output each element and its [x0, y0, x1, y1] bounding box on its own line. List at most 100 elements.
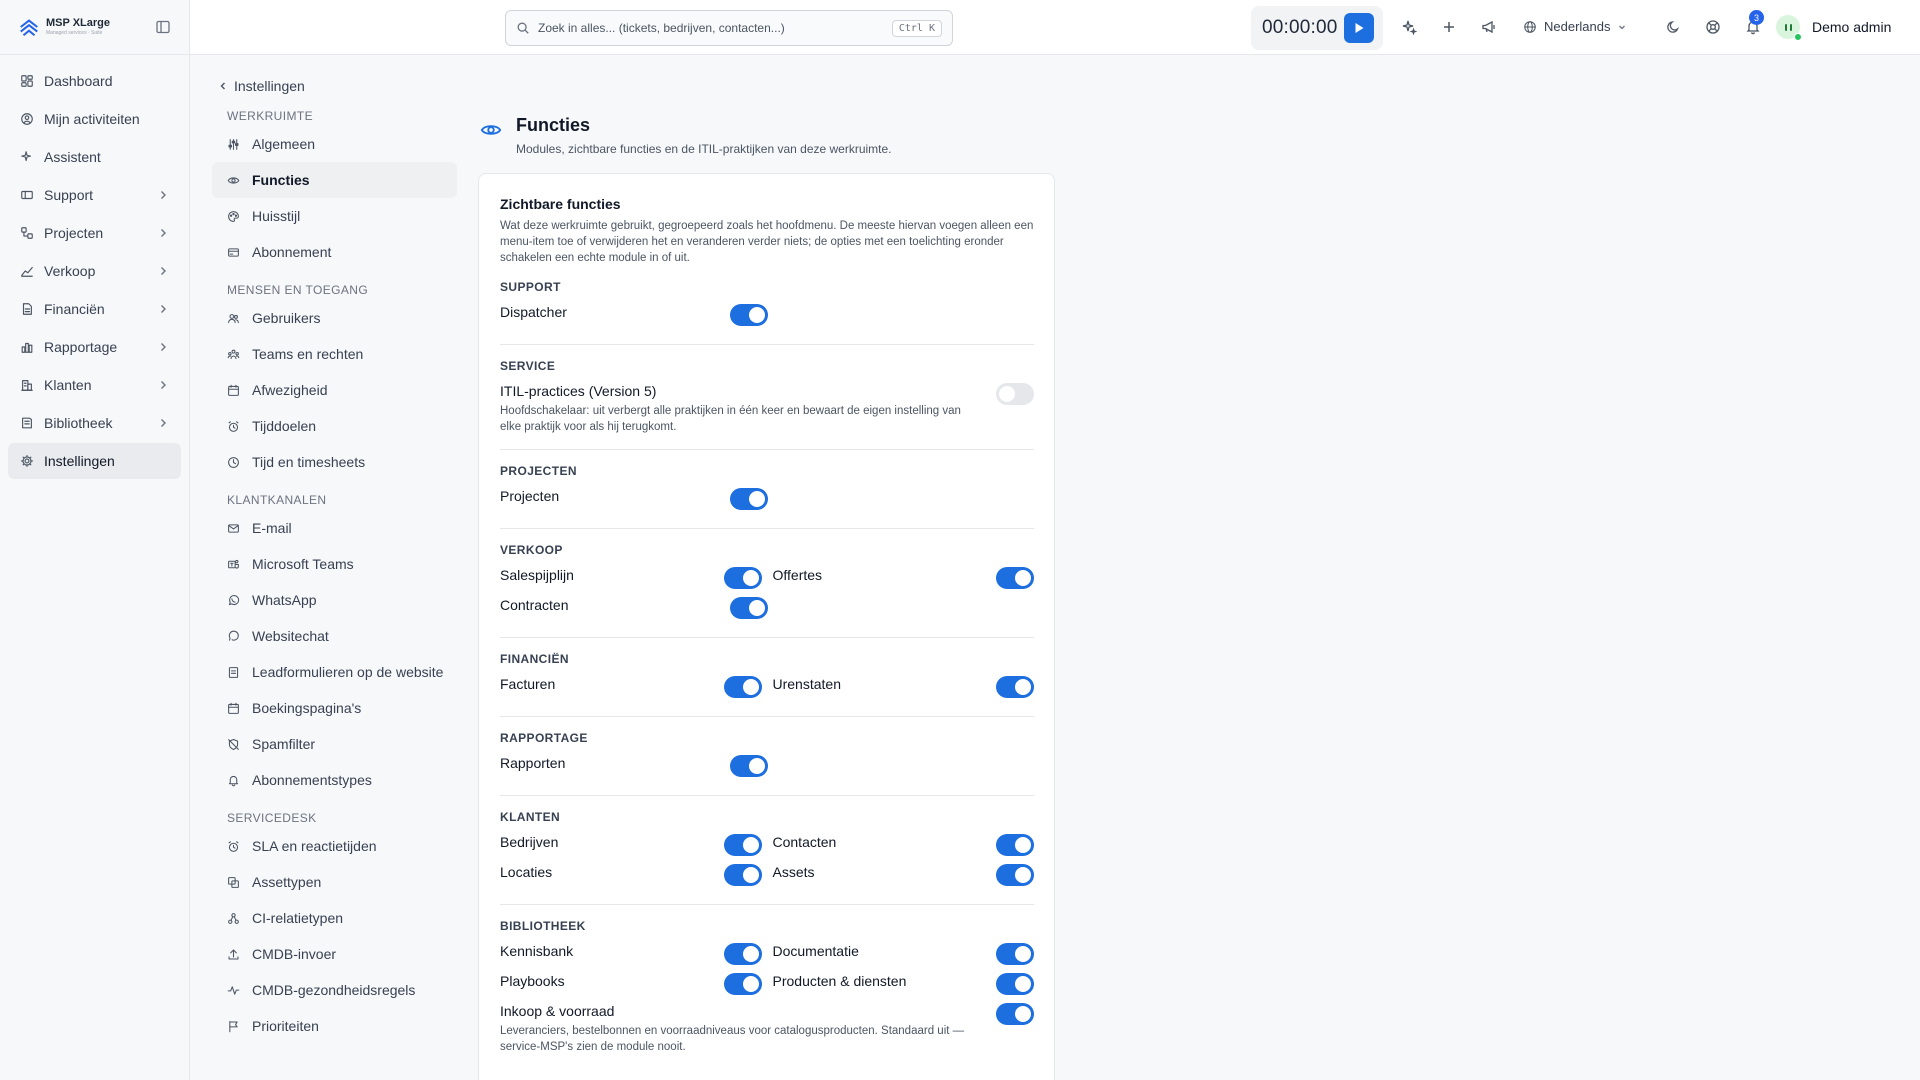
sidebar-item-projecten[interactable]: Projecten: [8, 215, 181, 251]
settings-section-title: KLANTKANALEN: [227, 493, 327, 507]
calendar-icon: [228, 384, 239, 396]
feature-contracten: Contracten: [500, 593, 768, 623]
sidebar-item-label: Klanten: [44, 377, 92, 393]
settings-item-prioriteiten[interactable]: Prioriteiten: [212, 1008, 457, 1044]
settings-item-label: Gebruikers: [252, 310, 321, 326]
feature-row: Salespijplijn Offertes: [500, 563, 1034, 593]
dashboard-icon: [21, 75, 33, 87]
settings-item-websitechat[interactable]: Websitechat: [212, 618, 457, 654]
feature-kennisbank: Kennisbank: [500, 939, 762, 969]
feature-toggle-dispatcher[interactable]: [730, 304, 768, 326]
feature-rapporten: Rapporten: [500, 751, 768, 781]
settings-item-cmdb-gezondheidsregels[interactable]: CMDB-gezondheidsregels: [212, 972, 457, 1008]
settings-item-leadformulieren-op-de-website[interactable]: Leadformulieren op de website: [212, 654, 457, 690]
sidebar-item-klanten[interactable]: Klanten: [8, 367, 181, 403]
settings-item-boekingspagina-s[interactable]: Boekingspagina's: [212, 690, 457, 726]
sidebar-item-support[interactable]: Support: [8, 177, 181, 213]
settings-item-sla-en-reactietijden[interactable]: SLA en reactietijden: [212, 828, 457, 864]
sidebar-item-bibliotheek[interactable]: Bibliotheek: [8, 405, 181, 441]
ai-sparkle-icon[interactable]: [1401, 19, 1417, 35]
feature-toggle-contacten[interactable]: [996, 834, 1034, 856]
feature-row: Dispatcher: [500, 300, 1034, 330]
feature-row: ITIL-practices (Version 5) Hoofdschakelaa…: [500, 379, 1034, 435]
settings-item-tijddoelen[interactable]: Tijddoelen: [212, 408, 457, 444]
sidebar-item-label: Mijn activiteiten: [44, 111, 140, 127]
settings-item-whatsapp[interactable]: WhatsApp: [212, 582, 457, 618]
settings-item-abonnement[interactable]: Abonnement: [212, 234, 457, 270]
feature-inkoop-voorraad: Inkoop & voorraad Leveranciers, bestelbon…: [500, 999, 1034, 1055]
sidebar-item-assistent[interactable]: Assistent: [8, 139, 181, 175]
feature-toggle-urenstaten[interactable]: [996, 676, 1034, 698]
feature-toggle-bedrijven[interactable]: [723, 834, 762, 856]
feature-toggle-offertes[interactable]: [996, 567, 1034, 589]
chat-icon: [228, 630, 239, 641]
feature-label: Rapporten: [500, 755, 566, 771]
copy-icon: [228, 876, 239, 888]
feature-toggle-contracten[interactable]: [730, 597, 768, 619]
feature-row: Projecten: [500, 484, 1034, 514]
settings-item-teams-en-rechten[interactable]: Teams en rechten: [212, 336, 457, 372]
feature-toggle-projecten[interactable]: [730, 488, 768, 510]
card-title: Zichtbare functies: [500, 196, 621, 212]
user-name[interactable]: Demo admin: [1812, 19, 1891, 35]
feature-toggle-producten-diensten[interactable]: [996, 973, 1034, 995]
settings-nav: Instellingen WERKRUIMTE Algemeen Functies H…: [212, 76, 457, 1044]
settings-item-cmdb-invoer[interactable]: CMDB-invoer: [212, 936, 457, 972]
sidebar-item-label: Financiën: [44, 301, 105, 317]
feature-label: Playbooks: [500, 973, 565, 989]
settings-item-gebruikers[interactable]: Gebruikers: [212, 300, 457, 336]
feature-toggle-salespijplijn[interactable]: [723, 567, 762, 589]
back-label: Instellingen: [234, 78, 305, 94]
notification-badge: 3: [1749, 10, 1764, 25]
feature-toggle-assets[interactable]: [996, 864, 1034, 886]
teams-icon: [228, 559, 239, 569]
chevron-right-icon: [161, 381, 166, 389]
settings-item-assettypen[interactable]: Assettypen: [212, 864, 457, 900]
settings-item-tijd-en-timesheets[interactable]: Tijd en timesheets: [212, 444, 457, 480]
sidebar-item-dashboard[interactable]: Dashboard: [8, 63, 181, 99]
feature-label: Projecten: [500, 488, 560, 504]
plus-icon[interactable]: [1441, 19, 1457, 35]
settings-item-e-mail[interactable]: E-mail: [212, 510, 457, 546]
timer-start-button[interactable]: [1344, 13, 1374, 43]
feature-toggle-itil-practices-version-5[interactable]: [996, 383, 1034, 405]
feature-label: Salespijplijn: [500, 567, 574, 583]
feature-offertes: Offertes: [773, 563, 1034, 593]
sidebar-item-label: Bibliotheek: [44, 415, 113, 431]
feature-row: Kennisbank Documentatie: [500, 939, 1034, 969]
settings-item-abonnementstypes[interactable]: Abonnementstypes: [212, 762, 457, 798]
feature-toggle-facturen[interactable]: [723, 676, 762, 698]
help-icon[interactable]: [1705, 19, 1721, 35]
feature-toggle-inkoop-voorraad[interactable]: [996, 1003, 1034, 1025]
megaphone-icon[interactable]: [1481, 19, 1497, 35]
sidebar-item-mijn-activiteiten[interactable]: Mijn activiteiten: [8, 101, 181, 137]
feature-toggle-documentatie[interactable]: [996, 943, 1034, 965]
settings-item-algemeen[interactable]: Algemeen: [212, 126, 457, 162]
feature-toggle-locaties[interactable]: [723, 864, 762, 886]
settings-item-functies[interactable]: Functies: [212, 162, 457, 198]
moon-icon[interactable]: [1665, 19, 1681, 35]
sidebar-item-verkoop[interactable]: Verkoop: [8, 253, 181, 289]
page-title: Functies: [516, 115, 591, 135]
sidebar-item-financien[interactable]: Financiën: [8, 291, 181, 327]
palette-icon: [228, 210, 239, 222]
settings-item-spamfilter[interactable]: Spamfilter: [212, 726, 457, 762]
settings-item-huisstijl[interactable]: Huisstijl: [212, 198, 457, 234]
eye-icon: [480, 125, 502, 135]
language-selector[interactable]: Nederlands: [1523, 19, 1627, 34]
settings-item-microsoft-teams[interactable]: Microsoft Teams: [212, 546, 457, 582]
settings-item-ci-relatietypen[interactable]: CI-relatietypen: [212, 900, 457, 936]
feature-toggle-playbooks[interactable]: [723, 973, 762, 995]
global-search[interactable]: Zoek in alles... (tickets, bedrijven, co…: [505, 10, 953, 46]
feature-toggle-rapporten[interactable]: [730, 755, 768, 777]
settings-item-afwezigheid[interactable]: Afwezigheid: [212, 372, 457, 408]
user-circle-icon: [21, 113, 33, 125]
sidebar-item-rapportage[interactable]: Rapportage: [8, 329, 181, 365]
feature-toggle-kennisbank[interactable]: [723, 943, 762, 965]
sidebar-collapse-icon[interactable]: [155, 19, 171, 35]
feature-dispatcher: Dispatcher: [500, 300, 768, 330]
sidebar-item-instellingen[interactable]: Instellingen: [8, 443, 181, 479]
brand-tagline: Managed services · Suite: [46, 30, 103, 36]
back-to-settings-link[interactable]: Instellingen: [218, 76, 457, 96]
search-input[interactable]: Zoek in alles... (tickets, bedrijven, co…: [538, 21, 785, 35]
